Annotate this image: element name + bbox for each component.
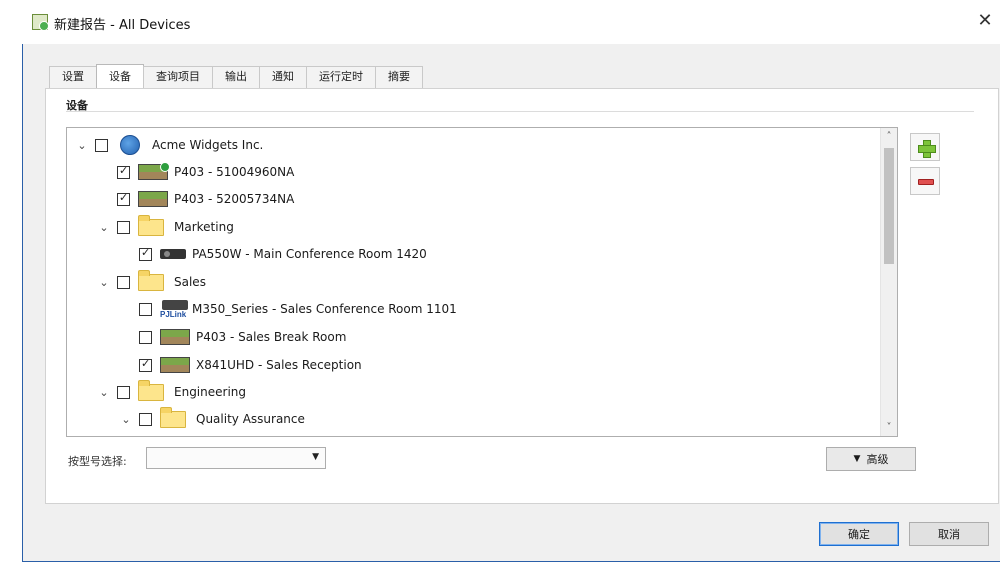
folder-icon (138, 380, 168, 401)
app-icon (32, 14, 49, 31)
expand-chevron-icon[interactable]: ⌄ (75, 139, 89, 152)
device-tree[interactable]: ⌄ Acme Widgets Inc. P403 - 51004960NA P4… (66, 127, 898, 437)
tree-row-device[interactable]: P403 - 51004960NA (111, 159, 294, 185)
devices-tab-panel: 设备 ⌄ Acme Widgets Inc. P403 - 51004960NA (45, 88, 999, 504)
tree-checkbox[interactable] (95, 138, 108, 152)
tree-row-device[interactable]: PJLink M350_Series - Sales Conference Ro… (133, 296, 457, 322)
tree-checkbox[interactable] (117, 220, 130, 234)
expand-chevron-icon[interactable]: ⌄ (119, 413, 133, 426)
tree-item-label: Engineering (174, 385, 246, 399)
window-title: 新建报告 - All Devices (54, 18, 191, 33)
cancel-button[interactable]: 取消 (909, 522, 989, 546)
tree-item-label: Marketing (174, 220, 234, 234)
folder-icon (138, 270, 168, 291)
close-icon[interactable]: ✕ (974, 10, 996, 32)
scroll-up-icon[interactable]: ˄ (881, 128, 897, 145)
folder-icon (160, 407, 190, 428)
dropdown-arrow-icon: ▼ (312, 452, 319, 462)
tab-summary[interactable]: 摘要 (375, 66, 423, 88)
projector-icon (138, 190, 168, 208)
tree-row-device[interactable]: P403 - Sales Break Room (133, 324, 346, 350)
tree-row-device[interactable]: PA550W - Main Conference Room 1420 (133, 241, 427, 267)
tree-item-label: P403 - 51004960NA (174, 165, 295, 179)
minus-icon (918, 179, 934, 185)
plus-icon (918, 140, 936, 158)
tree-row-folder-engineering[interactable]: ⌄ Engineering (97, 379, 246, 405)
tree-checkbox[interactable] (139, 246, 152, 261)
projector-icon (160, 356, 190, 374)
tree-checkbox[interactable] (117, 191, 130, 206)
title-bar: 新建报告 - All Devices ✕ (10, 0, 1000, 44)
tab-schedule[interactable]: 运行定时 (306, 66, 376, 88)
expand-chevron-icon[interactable]: ⌄ (97, 221, 111, 234)
tab-strip: 设置 设备 查询项目 输出 通知 运行定时 摘要 (49, 64, 423, 88)
tree-item-label: P403 - 52005734NA (174, 192, 295, 206)
triangle-down-icon: ▼ (853, 454, 861, 464)
folder-icon (138, 215, 168, 236)
tree-checkbox[interactable] (139, 357, 152, 372)
add-device-button[interactable] (910, 133, 940, 161)
tree-item-label: X841UHD - Sales Reception (196, 358, 362, 372)
tab-settings[interactable]: 设置 (49, 66, 97, 88)
model-filter-label: 按型号选择: (68, 455, 127, 468)
remove-device-button[interactable] (910, 167, 940, 195)
expand-chevron-icon[interactable]: ⌄ (97, 276, 111, 289)
tree-item-label: Quality Assurance (196, 412, 305, 426)
expand-chevron-icon[interactable]: ⌄ (97, 386, 111, 399)
tab-notification[interactable]: 通知 (259, 66, 307, 88)
tree-scrollbar[interactable]: ˄ ˅ (880, 128, 897, 436)
group-divider (66, 111, 974, 112)
tree-row-device[interactable]: X841UHD - Sales Reception (133, 352, 362, 378)
tree-row-device[interactable]: P403 - 52005734NA (111, 186, 294, 212)
tree-checkbox[interactable] (117, 275, 130, 289)
advanced-button-label: 高级 (866, 453, 889, 466)
org-icon (116, 135, 146, 155)
tab-devices[interactable]: 设备 (96, 64, 144, 88)
projector-icon (138, 162, 170, 181)
report-dialog: 新建报告 - All Devices ✕ 设置 设备 查询项目 输出 通知 运行… (0, 0, 1000, 562)
tree-checkbox[interactable] (117, 385, 130, 399)
pjlink-projector-icon: PJLink (160, 300, 188, 319)
tab-query-items[interactable]: 查询项目 (143, 66, 213, 88)
tree-row-org[interactable]: ⌄ Acme Widgets Inc. (75, 132, 263, 158)
tree-item-label: M350_Series - Sales Conference Room 1101 (192, 302, 457, 316)
tab-output[interactable]: 输出 (212, 66, 260, 88)
advanced-button[interactable]: ▼ 高级 (826, 447, 916, 471)
ok-button[interactable]: 确定 (819, 522, 899, 546)
scroll-thumb[interactable] (884, 148, 894, 264)
tree-item-label: P403 - Sales Break Room (196, 330, 347, 344)
tree-checkbox[interactable] (139, 302, 152, 316)
model-filter-select[interactable]: ▼ (146, 447, 326, 469)
projector-icon (160, 328, 190, 346)
dark-projector-icon (160, 245, 186, 263)
tree-item-label: Sales (174, 275, 206, 289)
scroll-down-icon[interactable]: ˅ (881, 419, 897, 436)
dialog-client-area: 设置 设备 查询项目 输出 通知 运行定时 摘要 设备 ⌄ Acme Widge… (22, 44, 1000, 562)
tree-row-folder-qa[interactable]: ⌄ Quality Assurance (119, 406, 305, 432)
tree-checkbox[interactable] (139, 330, 152, 344)
tree-row-folder-sales[interactable]: ⌄ Sales (97, 269, 206, 295)
tree-checkbox[interactable] (117, 164, 130, 179)
tree-item-label: Acme Widgets Inc. (152, 138, 264, 152)
tree-row-folder-marketing[interactable]: ⌄ Marketing (97, 214, 234, 240)
tree-checkbox[interactable] (139, 412, 152, 426)
tree-item-label: PA550W - Main Conference Room 1420 (192, 247, 427, 261)
